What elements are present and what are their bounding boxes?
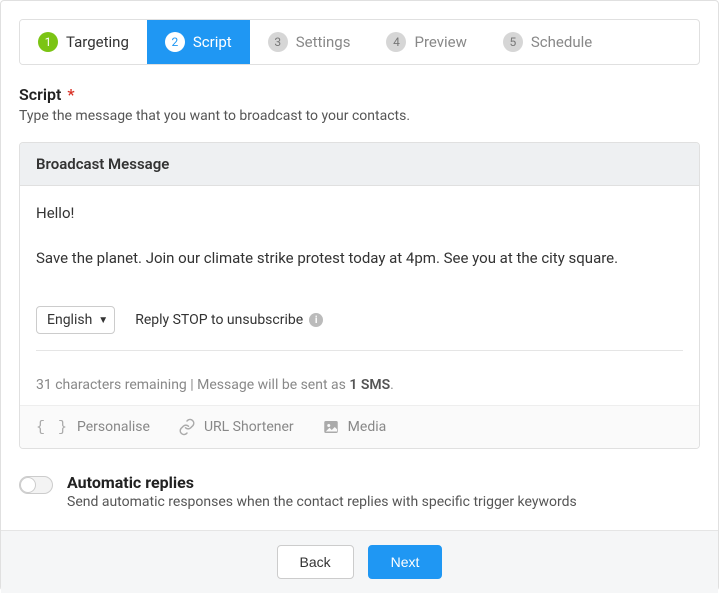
automatic-replies-toggle[interactable] [19,476,53,494]
tab-script[interactable]: 2 Script [147,20,250,64]
message-controls: English ▼ Reply STOP to unsubscribe i [36,306,683,334]
next-button[interactable]: Next [368,545,443,579]
automatic-replies-title: Automatic replies [67,473,577,492]
tab-preview[interactable]: 4 Preview [368,20,484,64]
wizard-tabs: 1 Targeting 2 Script 3 Settings 4 Previe… [19,19,700,65]
sms-count: 1 SMS [349,377,390,393]
wizard-footer: Back Next [1,530,718,593]
tab-number-badge: 1 [38,32,58,52]
required-asterisk: * [67,85,74,104]
chevron-down-icon: ▼ [98,315,108,326]
tool-label: Media [348,419,387,435]
tab-settings[interactable]: 3 Settings [250,20,369,64]
tab-number-badge: 5 [503,32,523,52]
wizard-container: 1 Targeting 2 Script 3 Settings 4 Previe… [0,0,719,591]
unsubscribe-hint: Reply STOP to unsubscribe i [135,312,323,328]
section-title: Script * [19,85,700,104]
divider [36,350,683,351]
tab-number-badge: 2 [165,32,185,52]
char-count-row: 31 characters remaining | Message will b… [20,377,699,405]
toggle-knob [20,477,36,493]
tool-row: { } Personalise URL Shortener Media [20,405,699,448]
message-textarea[interactable]: Hello! Save the planet. Join our climate… [36,202,683,282]
card-header: Broadcast Message [20,143,699,186]
automatic-replies-text: Automatic replies Send automatic respons… [67,473,577,510]
image-icon [322,418,340,436]
info-icon[interactable]: i [309,313,323,327]
char-remaining-suffix: . [390,377,394,393]
tab-label: Schedule [531,33,592,51]
braces-icon: { } [36,419,69,436]
section-subtitle: Type the message that you want to broadc… [19,108,700,124]
personalise-button[interactable]: { } Personalise [36,419,150,436]
tool-label: Personalise [77,419,150,435]
broadcast-message-card: Broadcast Message Hello! Save the planet… [19,142,700,449]
tab-label: Targeting [66,33,129,51]
tab-label: Script [193,33,232,51]
char-remaining-text: 31 characters remaining | Message will b… [36,377,349,393]
tab-targeting[interactable]: 1 Targeting [20,20,147,64]
tab-schedule[interactable]: 5 Schedule [485,20,610,64]
tool-label: URL Shortener [204,419,294,435]
language-select-value: English [47,312,92,328]
url-shortener-button[interactable]: URL Shortener [178,418,294,436]
link-icon [178,418,196,436]
automatic-replies-desc: Send automatic responses when the contac… [67,494,577,510]
tab-label: Preview [414,33,466,51]
automatic-replies-row: Automatic replies Send automatic respons… [19,473,700,530]
unsubscribe-text: Reply STOP to unsubscribe [135,312,303,328]
language-select[interactable]: English ▼ [36,306,115,334]
back-button[interactable]: Back [277,545,354,579]
tab-number-badge: 4 [386,32,406,52]
tab-label: Settings [296,33,351,51]
section-title-text: Script [19,85,61,104]
content-wrap: 1 Targeting 2 Script 3 Settings 4 Previe… [1,1,718,530]
media-button[interactable]: Media [322,418,387,436]
tab-number-badge: 3 [268,32,288,52]
card-body: Hello! Save the planet. Join our climate… [20,186,699,377]
